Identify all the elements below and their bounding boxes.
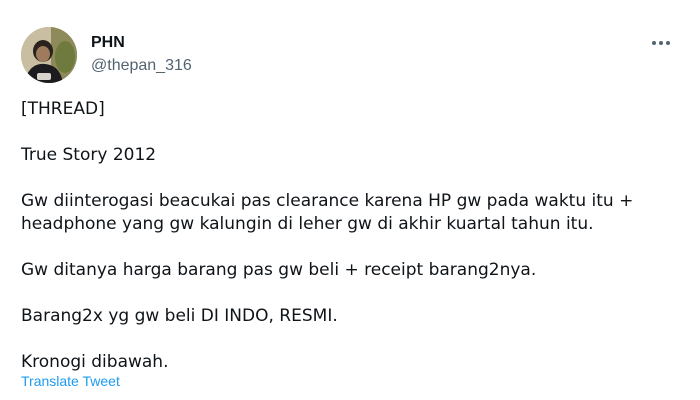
tweet-paragraph: Gw ditanya harga barang pas gw beli + re… [21,260,537,280]
tweet-paragraph: [THREAD] [21,99,105,119]
tweet-paragraph: Barang2x yg gw beli DI INDO, RESMI. [21,306,338,326]
author-handle[interactable]: @thepan_316 [91,56,192,76]
tweet-paragraph: Kronogi dibawah. [21,352,169,372]
tweet-text: [THREAD] True Story 2012 Gw diinterogasi… [21,98,686,374]
author-display-name[interactable]: PHN [91,33,125,53]
more-horizontal-icon [652,41,670,45]
profile-photo [21,27,77,83]
avatar[interactable] [21,27,77,83]
more-options-button[interactable] [644,30,678,56]
tweet-card: PHN @thepan_316 [THREAD] True Story 2012… [0,0,700,400]
translate-tweet-link[interactable]: Translate Tweet [21,373,120,390]
tweet-paragraph: True Story 2012 [21,145,157,165]
tweet-paragraph: Gw diinterogasi beacukai pas clearance k… [21,191,634,234]
